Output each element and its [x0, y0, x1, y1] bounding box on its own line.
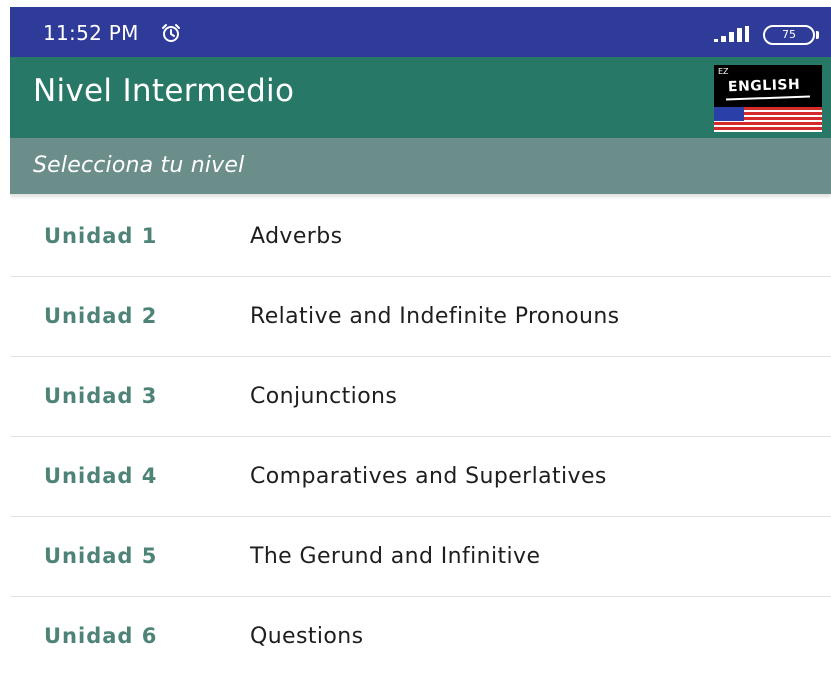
unit-label: Unidad 4	[44, 464, 158, 488]
unit-row-3[interactable]: Unidad 3 Conjunctions	[10, 357, 831, 437]
page-title: Nivel Intermedio	[33, 73, 295, 109]
unit-label: Unidad 2	[44, 304, 158, 328]
unit-label: Unidad 3	[44, 384, 158, 408]
unit-label: Unidad 5	[44, 544, 158, 568]
english-logo: EZ ENGLISH	[714, 65, 822, 132]
unit-title: Questions	[250, 624, 364, 649]
logo-small-text: EZ	[718, 67, 729, 76]
unit-title: Relative and Indefinite Pronouns	[250, 304, 620, 329]
unit-title: Adverbs	[250, 224, 343, 249]
unit-row-6[interactable]: Unidad 6 Questions	[10, 597, 831, 677]
flag-canton	[714, 107, 744, 121]
unit-title: Comparatives and Superlatives	[250, 464, 607, 489]
unit-row-5[interactable]: Unidad 5 The Gerund and Infinitive	[10, 517, 831, 597]
alarm-clock-icon	[161, 23, 181, 43]
status-time: 11:52 PM	[43, 21, 139, 45]
unit-row-1[interactable]: Unidad 1 Adverbs	[10, 197, 831, 277]
subtitle-text: Selecciona tu nivel	[33, 153, 245, 178]
app-screen: 11:52 PM 75 Nivel Intermedio EZ ENGLISH …	[0, 0, 831, 677]
status-bar: 11:52 PM 75	[10, 7, 831, 57]
screen-edge	[0, 0, 10, 677]
subtitle-bar: Selecciona tu nivel	[10, 138, 831, 194]
battery-icon: 75	[763, 25, 819, 45]
unit-row-4[interactable]: Unidad 4 Comparatives and Superlatives	[10, 437, 831, 517]
logo-word: ENGLISH	[727, 76, 801, 96]
signal-bars-icon	[714, 26, 752, 42]
units-list: Unidad 1 Adverbs Unidad 2 Relative and I…	[10, 197, 831, 677]
app-bar: Nivel Intermedio EZ ENGLISH	[10, 57, 831, 138]
unit-title: Conjunctions	[250, 384, 398, 409]
battery-level: 75	[782, 28, 796, 41]
unit-label: Unidad 6	[44, 624, 158, 648]
unit-label: Unidad 1	[44, 224, 158, 248]
unit-row-2[interactable]: Unidad 2 Relative and Indefinite Pronoun…	[10, 277, 831, 357]
unit-title: The Gerund and Infinitive	[250, 544, 541, 569]
